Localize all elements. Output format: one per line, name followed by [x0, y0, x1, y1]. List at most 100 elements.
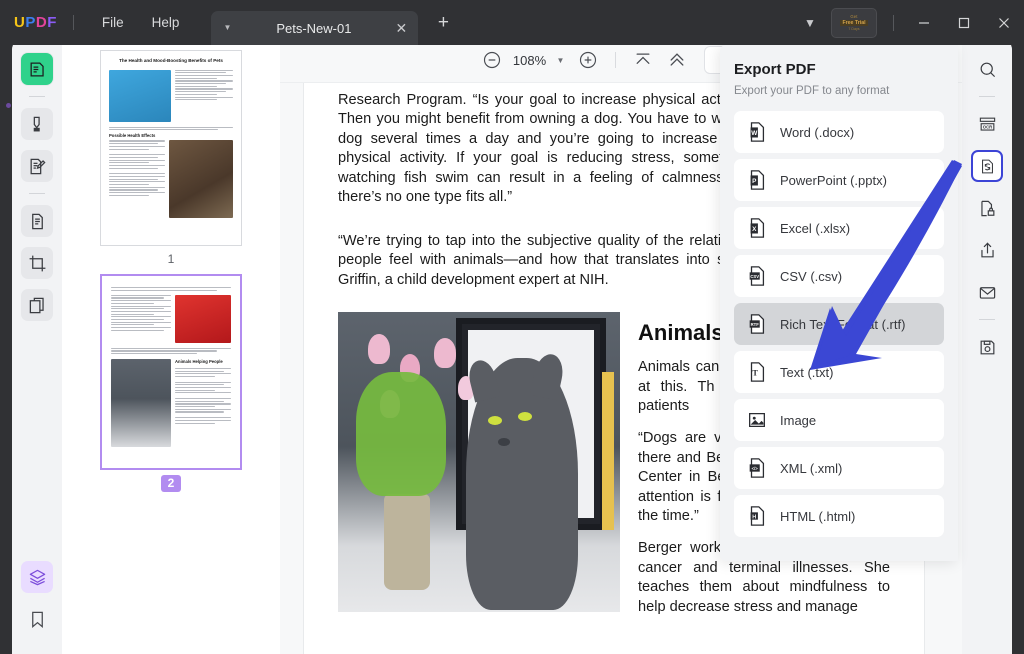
- thumbnail-caption: [109, 127, 233, 131]
- thumbnail-panel[interactable]: The Health and Mood-Boosting Benefits of…: [62, 38, 280, 654]
- export-option-rtf[interactable]: RTF Rich Text Format (.rtf): [734, 303, 944, 345]
- thumbnail-cat-tulips-photo: [111, 359, 171, 447]
- logo-letter-u: U: [14, 14, 25, 31]
- window-controls-divider: [893, 15, 894, 31]
- sidebar-item-crop[interactable]: [21, 247, 53, 279]
- sidebar-item-bookmarks[interactable]: [21, 603, 53, 635]
- svg-text:T: T: [752, 369, 758, 378]
- html-file-icon: H: [746, 505, 768, 527]
- app-shell: The Health and Mood-Boosting Benefits of…: [12, 38, 1012, 654]
- share-icon[interactable]: [971, 234, 1003, 266]
- svg-text:CSV: CSV: [750, 274, 759, 279]
- thumbnail-page-1[interactable]: The Health and Mood-Boosting Benefits of…: [100, 50, 242, 246]
- sidebar-item-edit-pdf[interactable]: [21, 150, 53, 182]
- thumbnail-text-block: [111, 348, 231, 354]
- zoom-in-icon[interactable]: [573, 45, 603, 75]
- go-to-first-page-icon[interactable]: [628, 45, 658, 75]
- titlebar-right-group: ▼ Get Free Trial 7 Days: [795, 0, 1024, 45]
- badge-line-3: 7 Days: [848, 27, 859, 31]
- export-option-image[interactable]: Image: [734, 399, 944, 441]
- left-tool-rail: [12, 38, 62, 654]
- export-option-csv[interactable]: CSV CSV (.csv): [734, 255, 944, 297]
- minimize-button[interactable]: [904, 0, 944, 45]
- close-button[interactable]: [984, 0, 1024, 45]
- export-option-powerpoint[interactable]: P PowerPoint (.pptx): [734, 159, 944, 201]
- logo-letter-p: P: [25, 14, 36, 31]
- zoom-level-value[interactable]: 108%: [511, 53, 549, 68]
- right-tool-rail: OCR: [962, 38, 1012, 654]
- thumbnail-item[interactable]: The Health and Mood-Boosting Benefits of…: [62, 50, 280, 268]
- export-option-text[interactable]: T Text (.txt): [734, 351, 944, 393]
- chevron-down-icon[interactable]: ▼: [219, 11, 235, 45]
- maximize-button[interactable]: [944, 0, 984, 45]
- svg-text:RTF: RTF: [751, 322, 760, 327]
- sidebar-item-organize-pages[interactable]: [21, 289, 53, 321]
- toolbar-divider: [615, 52, 616, 68]
- thumbnail-text-block: [109, 140, 165, 218]
- chevron-down-icon[interactable]: ▼: [553, 56, 569, 65]
- search-icon[interactable]: [971, 53, 1003, 85]
- thumbnail-item[interactable]: Animals Helping People 2: [62, 274, 280, 492]
- thumbnail-text-block: [111, 295, 171, 343]
- rail-divider: [979, 96, 995, 97]
- thumbnail-dog-cat-photo: [169, 140, 233, 218]
- export-option-label: HTML (.html): [780, 509, 855, 524]
- svg-text:X: X: [752, 226, 757, 233]
- export-option-label: Rich Text Format (.rtf): [780, 317, 905, 332]
- new-tab-button[interactable]: +: [432, 13, 454, 32]
- sidebar-item-reader[interactable]: [21, 53, 53, 85]
- export-option-xml[interactable]: </> XML (.xml): [734, 447, 944, 489]
- thumbnail-text-block: [111, 287, 231, 291]
- thumbnail-dog-antlers-photo: [175, 295, 231, 343]
- notification-dot: [6, 103, 11, 108]
- thumbnail-page-number: 2: [161, 475, 182, 492]
- rtf-file-icon: RTF: [746, 313, 768, 335]
- ocr-icon[interactable]: OCR: [971, 108, 1003, 140]
- thumbnail-page-1-heading: Possible Health Effects: [109, 133, 233, 138]
- export-option-label: Word (.docx): [780, 125, 854, 140]
- svg-text:</>: </>: [752, 466, 759, 471]
- sidebar-item-page-tools[interactable]: [21, 205, 53, 237]
- thumbnail-page-1-title: The Health and Mood-Boosting Benefits of…: [109, 58, 233, 65]
- zoom-out-icon[interactable]: [477, 45, 507, 75]
- svg-text:W: W: [751, 130, 758, 137]
- save-icon[interactable]: [971, 331, 1003, 363]
- sidebar-item-comment[interactable]: [21, 108, 53, 140]
- left-rail-bottom-group: [12, 556, 62, 640]
- menu-file[interactable]: File: [88, 9, 138, 36]
- export-option-excel[interactable]: X Excel (.xlsx): [734, 207, 944, 249]
- thumbnail-page-2[interactable]: Animals Helping People: [100, 274, 242, 470]
- export-option-word[interactable]: W Word (.docx): [734, 111, 944, 153]
- menu-help[interactable]: Help: [138, 9, 194, 36]
- svg-text:H: H: [752, 514, 756, 520]
- close-icon[interactable]: ✕: [392, 20, 410, 37]
- email-icon[interactable]: [971, 276, 1003, 308]
- thumbnail-text-block: [175, 70, 233, 122]
- export-panel-title: Export PDF: [734, 61, 944, 78]
- txt-file-icon: T: [746, 361, 768, 383]
- document-tab[interactable]: ▼ Pets-New-01 ✕: [211, 11, 418, 45]
- free-trial-badge[interactable]: Get Free Trial 7 Days: [831, 8, 877, 38]
- export-pdf-icon[interactable]: [971, 150, 1003, 182]
- chevron-down-icon[interactable]: ▼: [795, 16, 825, 30]
- rail-divider: [29, 193, 45, 194]
- thumbnail-page-number: 1: [161, 251, 181, 268]
- logo-letter-f: F: [47, 14, 57, 31]
- protect-icon[interactable]: [971, 192, 1003, 224]
- export-pdf-panel: Export PDF Export your PDF to any format…: [720, 45, 958, 561]
- image-file-icon: [746, 409, 768, 431]
- svg-text:OCR: OCR: [982, 124, 991, 129]
- word-file-icon: W: [746, 121, 768, 143]
- document-paragraph: Research Program. “Is your goal to incre…: [338, 91, 754, 207]
- export-option-html[interactable]: H HTML (.html): [734, 495, 944, 537]
- sidebar-item-layers[interactable]: [21, 561, 53, 593]
- svg-text:P: P: [752, 178, 757, 185]
- thumbnail-page-2-heading: Animals Helping People: [175, 359, 231, 364]
- xml-file-icon: </>: [746, 457, 768, 479]
- previous-page-icon[interactable]: [662, 45, 692, 75]
- tab-title: Pets-New-01: [235, 21, 392, 36]
- export-option-label: XML (.xml): [780, 461, 842, 476]
- titlebar-divider: [73, 15, 74, 30]
- export-panel-subtitle: Export your PDF to any format: [734, 85, 944, 97]
- thumbnail-cat-photo: [109, 70, 171, 122]
